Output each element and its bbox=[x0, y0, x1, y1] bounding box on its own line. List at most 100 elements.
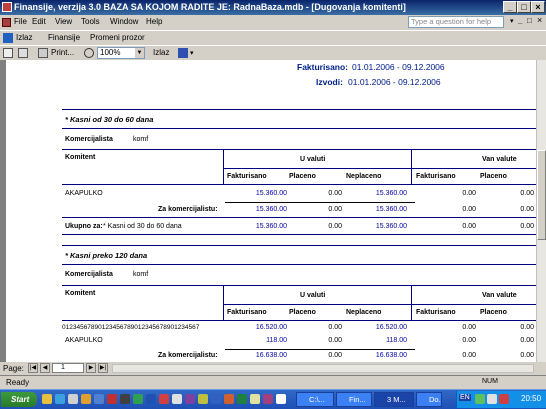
row-value: 118.00 bbox=[386, 337, 407, 344]
quicklaunch-icon[interactable] bbox=[120, 394, 130, 404]
start-button[interactable]: Start bbox=[1, 392, 37, 407]
zoom-select[interactable]: 100% ▼ bbox=[97, 47, 145, 59]
maximize-button[interactable]: □ bbox=[517, 1, 531, 13]
first-page-button[interactable]: |◀ bbox=[28, 363, 38, 373]
menu-file[interactable]: File bbox=[14, 17, 27, 26]
row-value: 15.360.00 bbox=[255, 190, 287, 197]
quicklaunch-icon[interactable] bbox=[107, 394, 117, 404]
doc-minimize-button[interactable]: _ bbox=[518, 16, 522, 25]
promeni-prozor-button[interactable]: Promeni prozor bbox=[90, 33, 145, 42]
section1-komercijalista-label: Komercijalista bbox=[65, 136, 113, 143]
quicklaunch-icon[interactable] bbox=[159, 394, 169, 404]
izvodi-label: Izvodi: bbox=[316, 77, 343, 87]
last-page-button[interactable]: ▶| bbox=[98, 363, 108, 373]
quicklaunch-icon[interactable] bbox=[250, 394, 260, 404]
fakturisano-range: 01.01.2006 - 09.12.2006 bbox=[352, 62, 445, 72]
row-value: 0.00 bbox=[328, 337, 342, 344]
prev-page-button[interactable]: ◀ bbox=[40, 363, 50, 373]
language-indicator[interactable]: EN bbox=[459, 394, 471, 401]
print-button[interactable]: Print... bbox=[51, 48, 74, 57]
ukupno-desc: * Kasni od 30 do 60 dana bbox=[103, 223, 182, 230]
report-preview: Fakturisano: 01.01.2006 - 09.12.2006 Izv… bbox=[0, 60, 546, 362]
taskbar-button-group[interactable]: 3 M... bbox=[374, 392, 414, 407]
dropdown-arrow-icon[interactable]: ▾ bbox=[190, 49, 194, 57]
exit-icon[interactable] bbox=[3, 33, 13, 43]
section2-u-valuti-header: U valuti bbox=[300, 292, 326, 299]
taskbar-button-explorer[interactable]: C:\... bbox=[296, 392, 334, 407]
chevron-down-icon[interactable]: ▼ bbox=[135, 48, 144, 58]
next-page-button[interactable]: ▶ bbox=[86, 363, 96, 373]
help-dropdown-icon[interactable]: ▾ bbox=[510, 17, 514, 25]
quicklaunch-icon[interactable] bbox=[94, 394, 104, 404]
divider bbox=[411, 149, 412, 184]
page-label: Page: bbox=[3, 364, 24, 373]
tray-icon[interactable] bbox=[487, 394, 497, 404]
quicklaunch-icon[interactable] bbox=[81, 394, 91, 404]
printer-icon[interactable] bbox=[38, 48, 48, 58]
clock[interactable]: 20:50 bbox=[521, 394, 541, 403]
row-komitent: AKAPULKO bbox=[65, 337, 103, 344]
section1-komercijalista-value: komf bbox=[133, 136, 149, 143]
finansije-button[interactable]: Finansije bbox=[48, 33, 80, 42]
quicklaunch-icon[interactable] bbox=[198, 394, 208, 404]
section1-u-valuti-header: U valuti bbox=[300, 156, 326, 163]
section2-col-neplaceno: Neplaceno bbox=[346, 309, 382, 316]
izlaz-preview-button[interactable]: Izlaz bbox=[153, 48, 169, 57]
close-button[interactable]: × bbox=[531, 1, 545, 13]
save-icon[interactable] bbox=[18, 48, 28, 58]
subtotal-value: 0.00 bbox=[462, 352, 476, 359]
row-value: 0.00 bbox=[328, 190, 342, 197]
zoom-icon[interactable] bbox=[84, 48, 94, 58]
divider bbox=[62, 320, 536, 321]
section2-komercijalista-value: komf bbox=[133, 271, 149, 278]
izvodi-range: 01.01.2006 - 09.12.2006 bbox=[348, 77, 441, 87]
section1-za-kom-label: Za komercijalistu: bbox=[158, 206, 218, 213]
subtotal-value: 16.638.00 bbox=[255, 352, 287, 359]
menu-edit[interactable]: Edit bbox=[32, 17, 46, 26]
menu-view[interactable]: View bbox=[55, 17, 72, 26]
quicklaunch-icon[interactable] bbox=[42, 394, 52, 404]
tray-icon[interactable] bbox=[475, 394, 485, 404]
section2-col-fakturisano-van: Fakturisano bbox=[416, 309, 456, 316]
tray-icon[interactable] bbox=[499, 394, 509, 404]
quicklaunch-icon[interactable] bbox=[211, 394, 221, 404]
quicklaunch-icon[interactable] bbox=[146, 394, 156, 404]
quicklaunch-icon[interactable] bbox=[237, 394, 247, 404]
scrollbar-thumb[interactable] bbox=[537, 150, 546, 240]
quicklaunch-icon[interactable] bbox=[172, 394, 182, 404]
divider bbox=[62, 128, 536, 129]
divider bbox=[62, 234, 536, 235]
taskbar-button-document[interactable]: Do... bbox=[416, 392, 442, 407]
print-icon[interactable] bbox=[3, 48, 13, 58]
title-bar[interactable]: Finansije, verzija 3.0 BAZA SA KOJOM RAD… bbox=[0, 0, 546, 15]
izlaz-button[interactable]: Izlaz bbox=[16, 33, 32, 42]
quicklaunch-icon[interactable] bbox=[224, 394, 234, 404]
horizontal-scrollbar[interactable] bbox=[112, 364, 534, 373]
toolbar-print-preview: Print... Izlaz ▾ bbox=[0, 45, 546, 60]
quicklaunch-icon[interactable] bbox=[276, 394, 286, 404]
menu-help[interactable]: Help bbox=[146, 17, 162, 26]
quicklaunch-icon[interactable] bbox=[133, 394, 143, 404]
quicklaunch-icon[interactable] bbox=[68, 394, 78, 404]
taskbar-button-finansije[interactable]: Fin... bbox=[336, 392, 372, 407]
minimize-button[interactable]: _ bbox=[503, 1, 517, 13]
section2-za-kom-label: Za komercijalistu: bbox=[158, 352, 218, 359]
app-icon[interactable] bbox=[2, 2, 12, 12]
doc-restore-button[interactable]: □ bbox=[527, 16, 532, 25]
quicklaunch-icon[interactable] bbox=[263, 394, 273, 404]
quicklaunch-icon[interactable] bbox=[55, 394, 65, 404]
row-value: 0.00 bbox=[520, 190, 534, 197]
quicklaunch-icon[interactable] bbox=[185, 394, 195, 404]
menu-tools[interactable]: Tools bbox=[81, 17, 100, 26]
doc-close-button[interactable]: × bbox=[537, 15, 542, 25]
subtotal-value: 0.00 bbox=[328, 352, 342, 359]
page-number-input[interactable]: 1 bbox=[52, 363, 84, 373]
menu-window[interactable]: Window bbox=[110, 17, 138, 26]
help-search-input[interactable]: Type a question for help bbox=[408, 16, 504, 28]
section2-title: * Kasni preko 120 dana bbox=[65, 251, 148, 260]
document-icon[interactable] bbox=[2, 18, 11, 27]
toolbar-navigation: Izlaz Finansije Promeni prozor bbox=[0, 30, 546, 45]
section2-komitent-header: Komitent bbox=[65, 290, 96, 297]
status-text: Ready bbox=[6, 378, 30, 387]
office-links-icon[interactable] bbox=[178, 48, 188, 58]
